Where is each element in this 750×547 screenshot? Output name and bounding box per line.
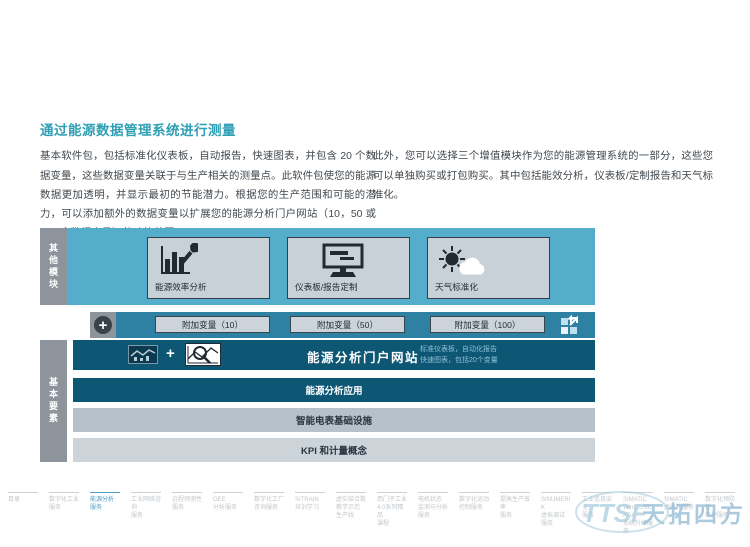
footer-nav-item-line: 服务	[90, 505, 103, 511]
footer-nav-item-line: 教学示范	[336, 505, 361, 511]
layer-energy-analytics-app: 能源分析应用	[73, 378, 595, 402]
footer-nav-item[interactable]: 远程预测性 服务	[172, 492, 202, 536]
plus-icon: +	[166, 345, 175, 362]
footer-nav-item-line: WinCC/SCADA	[623, 505, 653, 519]
modules-tab-label: 其他模块	[40, 228, 67, 305]
footer-nav-item-line: 服务	[172, 505, 185, 511]
footer-nav-item-line: 提高生产效率	[500, 497, 531, 511]
sun-cloud-icon	[438, 245, 494, 284]
footer-nav-item-line: 培训学习	[295, 505, 320, 511]
module-card-energy-efficiency: 能源效率分析	[147, 237, 270, 299]
footer-nav-item-line: 工业信息安全	[582, 497, 613, 511]
expand-blocks-icon	[559, 314, 583, 341]
footer-nav-item-line: 数字化工业	[49, 497, 80, 503]
footer-nav-item[interactable]: 提高生产效率 服务	[500, 492, 530, 536]
footer-nav-item-line: 咨询服务	[254, 505, 279, 511]
footer-nav-item-line: 西门子工业	[377, 497, 408, 503]
footer-toc-nav: 目录 数字化工业 服务 能源分析 服务 工业网络咨询 服务 远程预测性 服务 OEE 分析服务 数字化…	[8, 492, 746, 536]
footer-nav-item-line: 虚拟化服务	[664, 505, 695, 511]
footer-nav-item-line: SINUMERIK	[541, 497, 571, 511]
chart-magnifier-icon	[185, 343, 221, 366]
plus-tab: +	[90, 312, 116, 338]
footer-nav-item-line: 服务	[500, 513, 513, 519]
footer-nav-item[interactable]: 数字化运动 控制服务	[459, 492, 489, 536]
footer-nav-item[interactable]: 工业网络咨询 服务	[131, 492, 161, 536]
footer-nav-item-line: OEE	[213, 497, 226, 503]
addon-variables-50-button[interactable]: 附加变量（50）	[290, 316, 405, 333]
footer-nav-item[interactable]: 数字化工厂 咨询服务	[254, 492, 284, 536]
footer-nav-item-line: SIMATIC	[623, 497, 647, 503]
portal-note-line2: 快速图表，包括20个变量	[420, 357, 498, 364]
footer-nav-item[interactable]: SITRAIN 培训学习	[295, 492, 325, 536]
footer-nav-item-line: 电机状态	[418, 497, 443, 503]
footer-nav-item-line: 课程	[377, 521, 390, 527]
module-label: 能源效率分析	[155, 282, 207, 292]
portal-notes: 标准仪表板，自动化报告 快速图表，包括20个变量	[420, 344, 498, 366]
bar-chart-wrench-icon	[158, 242, 200, 284]
footer-nav-item-line: 服务	[418, 513, 431, 519]
footer-nav-item-line: 分析服务	[213, 505, 238, 511]
addon-variables-10-button[interactable]: 附加变量（10）	[155, 316, 270, 333]
footer-nav-item-line: 4.0系列精品	[377, 505, 404, 519]
footer-nav-item-line: 系统升级服务	[623, 521, 654, 535]
footer-nav-item[interactable]: SIMATIC WinCC/SCADA 系统升级服务	[623, 492, 653, 536]
footer-nav-item[interactable]: 电机状态监测与分析服务	[418, 492, 448, 536]
module-label: 仪表板/报告定制	[295, 282, 358, 292]
footer-nav-item[interactable]: 能源分析 服务	[90, 492, 120, 536]
footer-nav-item[interactable]: 数字化工业 服务	[49, 492, 79, 536]
footer-nav-item-line: 监测与分析	[418, 505, 449, 511]
module-label: 天气标准化	[435, 282, 478, 292]
footer-nav-item[interactable]: 西门子工业 4.0系列精品课程	[377, 492, 407, 536]
monitor-icon	[316, 243, 370, 286]
portal-note-line1: 标准仪表板，自动化报告	[420, 346, 497, 353]
intro-paragraph-right: 此外，您可以选择三个增值模块作为您的能源管理系统的一部分，这些您可以单独购买或打…	[373, 151, 713, 201]
footer-nav-item-line: 目录	[8, 497, 21, 503]
layer-smart-meter-infrastructure: 智能电表基础设施	[73, 408, 595, 432]
footer-nav-item[interactable]: 工业信息安全 服务	[582, 492, 612, 536]
footer-nav-item-line: 工业网络咨询	[131, 497, 162, 511]
footer-nav-item-line: 能源分析	[90, 497, 115, 503]
catalog-page: 通过能源数据管理系统进行测量 基本软件包，包括标准化仪表板，自动报告，快速图表，…	[0, 0, 750, 547]
mini-chart-icon	[128, 345, 158, 364]
footer-nav-item-line: 服务	[49, 505, 62, 511]
layer-kpi-metering-concept: KPI 和计量概念	[73, 438, 595, 462]
footer-nav-item-line: SIMATIC	[664, 497, 688, 503]
footer-nav-item-line: 服务	[582, 513, 595, 519]
portal-row: + 能源分析门户网站 标准仪表板，自动化报告 快速图表，包括20个变量	[73, 340, 595, 370]
footer-nav-item[interactable]: SINUMERIK 虚拟调试服务	[541, 492, 571, 536]
addon-variables-100-button[interactable]: 附加变量（100）	[430, 316, 545, 333]
footer-nav-item-line: 数字化预防性	[705, 497, 736, 511]
footer-nav-item[interactable]: OEE 分析服务	[213, 492, 243, 536]
footer-nav-item-line: 控制服务	[459, 505, 484, 511]
module-card-weather-normalization: 天气标准化	[427, 237, 550, 299]
base-tab-label: 基本要素	[40, 340, 67, 462]
footer-nav-item-line: 虚拟调试	[541, 513, 566, 519]
footer-nav-item-line: 数字化工厂	[254, 497, 285, 503]
footer-nav-item-line: SITRAIN	[295, 497, 319, 503]
footer-nav-item[interactable]: 数字化预防性维护服务	[705, 492, 735, 536]
footer-nav-item-line: 服务	[541, 521, 554, 527]
page-title: 通过能源数据管理系统进行测量	[40, 123, 236, 139]
footer-nav-item[interactable]: 虚实结合数教学示范生产线	[336, 492, 366, 536]
footer-nav-item-line: 维护服务	[705, 513, 730, 519]
footer-nav-item-line: 生产线	[336, 513, 355, 519]
footer-nav-item[interactable]: SIMATIC 虚拟化服务	[664, 492, 694, 536]
footer-nav-item-line: 服务	[131, 513, 144, 519]
footer-nav-item-line: 远程预测性	[172, 497, 203, 503]
module-card-dashboard-reports: 仪表板/报告定制	[287, 237, 410, 299]
footer-nav-item-line: 虚实结合数	[336, 497, 367, 503]
plus-icon: +	[94, 316, 112, 334]
footer-nav-item[interactable]: 目录	[8, 492, 38, 536]
footer-nav-item-line: 数字化运动	[459, 497, 490, 503]
